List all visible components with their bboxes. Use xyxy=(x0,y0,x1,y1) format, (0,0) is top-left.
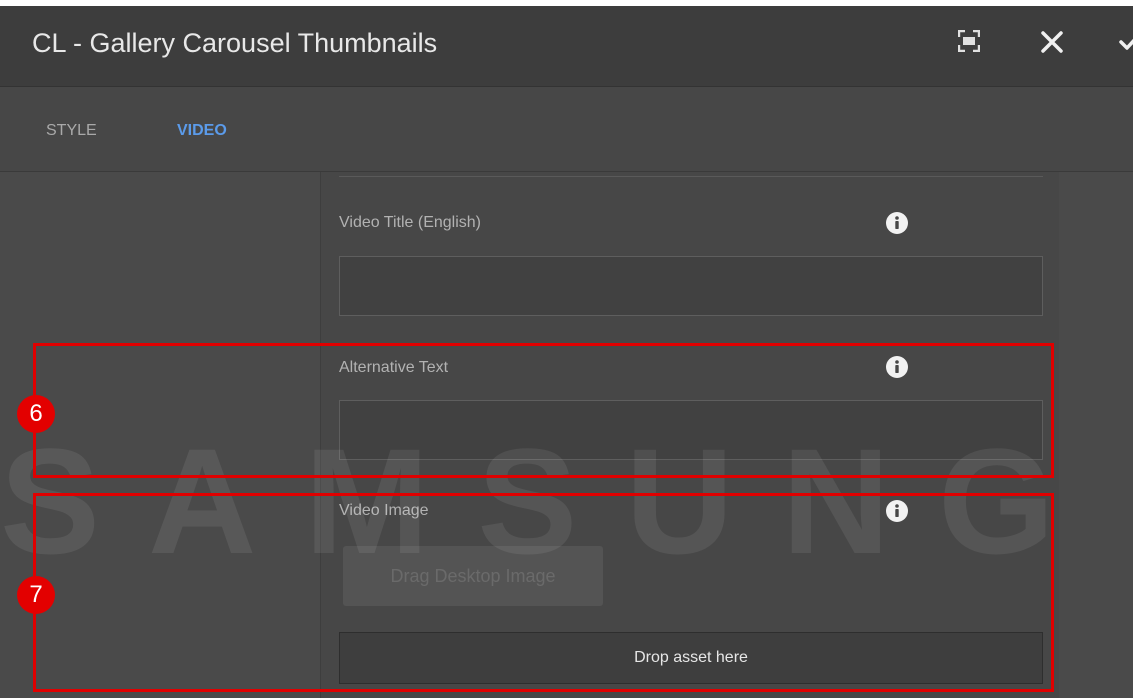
previous-field-edge xyxy=(339,172,1043,177)
drag-desktop-image-button[interactable]: Drag Desktop Image xyxy=(343,546,603,606)
alt-text-label: Alternative Text xyxy=(339,359,449,376)
callout-badge-6: 6 xyxy=(17,395,55,433)
tab-bar: STYLE VIDEO xyxy=(0,87,1133,248)
callout-badge-7: 7 xyxy=(17,576,55,614)
dialog-title: CL - Gallery Carousel Thumbnails xyxy=(32,28,438,58)
left-panel xyxy=(0,172,320,698)
video-title-label: Video Title (English) xyxy=(339,214,481,231)
video-image-label: Video Image xyxy=(339,502,429,519)
tab-video[interactable]: VIDEO xyxy=(177,122,227,140)
dialog-content: Video Title (English) Alternative Text V… xyxy=(0,172,1133,698)
right-panel xyxy=(1059,172,1133,698)
dialog: CL - Gallery Carousel Thumbnails STYLE V… xyxy=(0,6,1133,698)
asset-drop-zone[interactable]: Drop asset here xyxy=(339,632,1043,684)
info-icon[interactable] xyxy=(886,212,908,234)
alt-text-input[interactable] xyxy=(339,400,1043,460)
fullscreen-icon[interactable] xyxy=(958,30,980,52)
check-icon[interactable] xyxy=(1118,30,1133,54)
dialog-header: CL - Gallery Carousel Thumbnails xyxy=(0,6,1133,87)
video-title-input[interactable] xyxy=(339,256,1043,316)
form-panel[interactable]: Video Title (English) Alternative Text V… xyxy=(320,172,1060,698)
tab-style[interactable]: STYLE xyxy=(46,122,97,140)
info-icon[interactable] xyxy=(886,356,908,378)
close-icon[interactable] xyxy=(1040,30,1064,54)
info-icon[interactable] xyxy=(886,500,908,522)
